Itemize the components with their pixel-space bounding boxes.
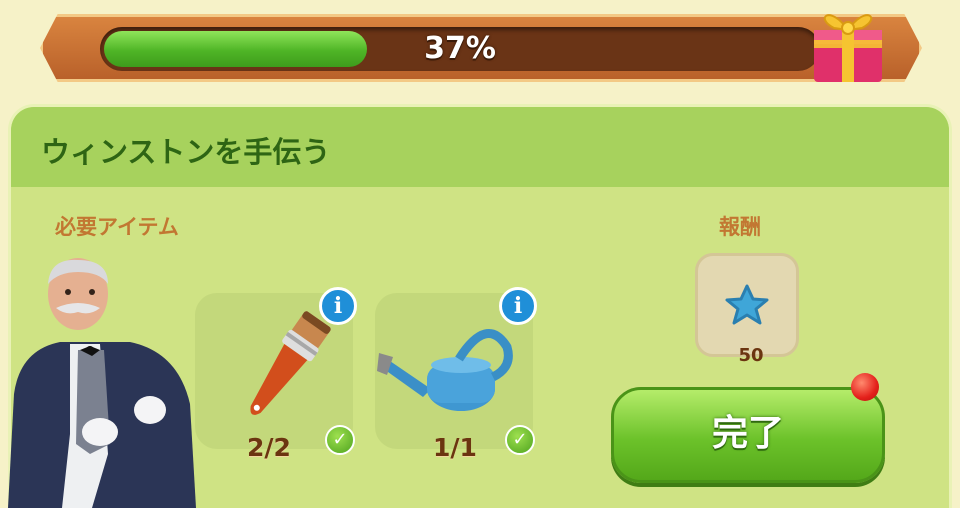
check-icon-paintbrush: ✓ [325, 425, 355, 455]
reward-label: 報酬 [719, 215, 761, 239]
panel-header: ウィンストンを手伝う [11, 107, 949, 187]
progress-bar: 37% [100, 27, 820, 71]
reward-amount: 50 [738, 345, 764, 366]
paintbrush-count: 2/2 [247, 433, 291, 462]
required-items-label: 必要アイテム [55, 215, 179, 239]
butler-character-avatar [8, 258, 196, 508]
panel-title: ウィンストンを手伝う [41, 135, 331, 169]
blue-star-icon [725, 284, 769, 325]
reward-box[interactable] [695, 253, 799, 357]
notification-dot [851, 373, 879, 401]
complete-button[interactable]: 完了 [611, 387, 885, 483]
progress-percent: 37% [424, 31, 496, 66]
check-icon-watering-can: ✓ [505, 425, 535, 455]
info-button-paintbrush[interactable]: i [319, 287, 357, 325]
info-button-watering-can[interactable]: i [499, 287, 537, 325]
watering-can-count: 1/1 [433, 433, 477, 462]
gift-box-icon[interactable] [808, 0, 888, 84]
